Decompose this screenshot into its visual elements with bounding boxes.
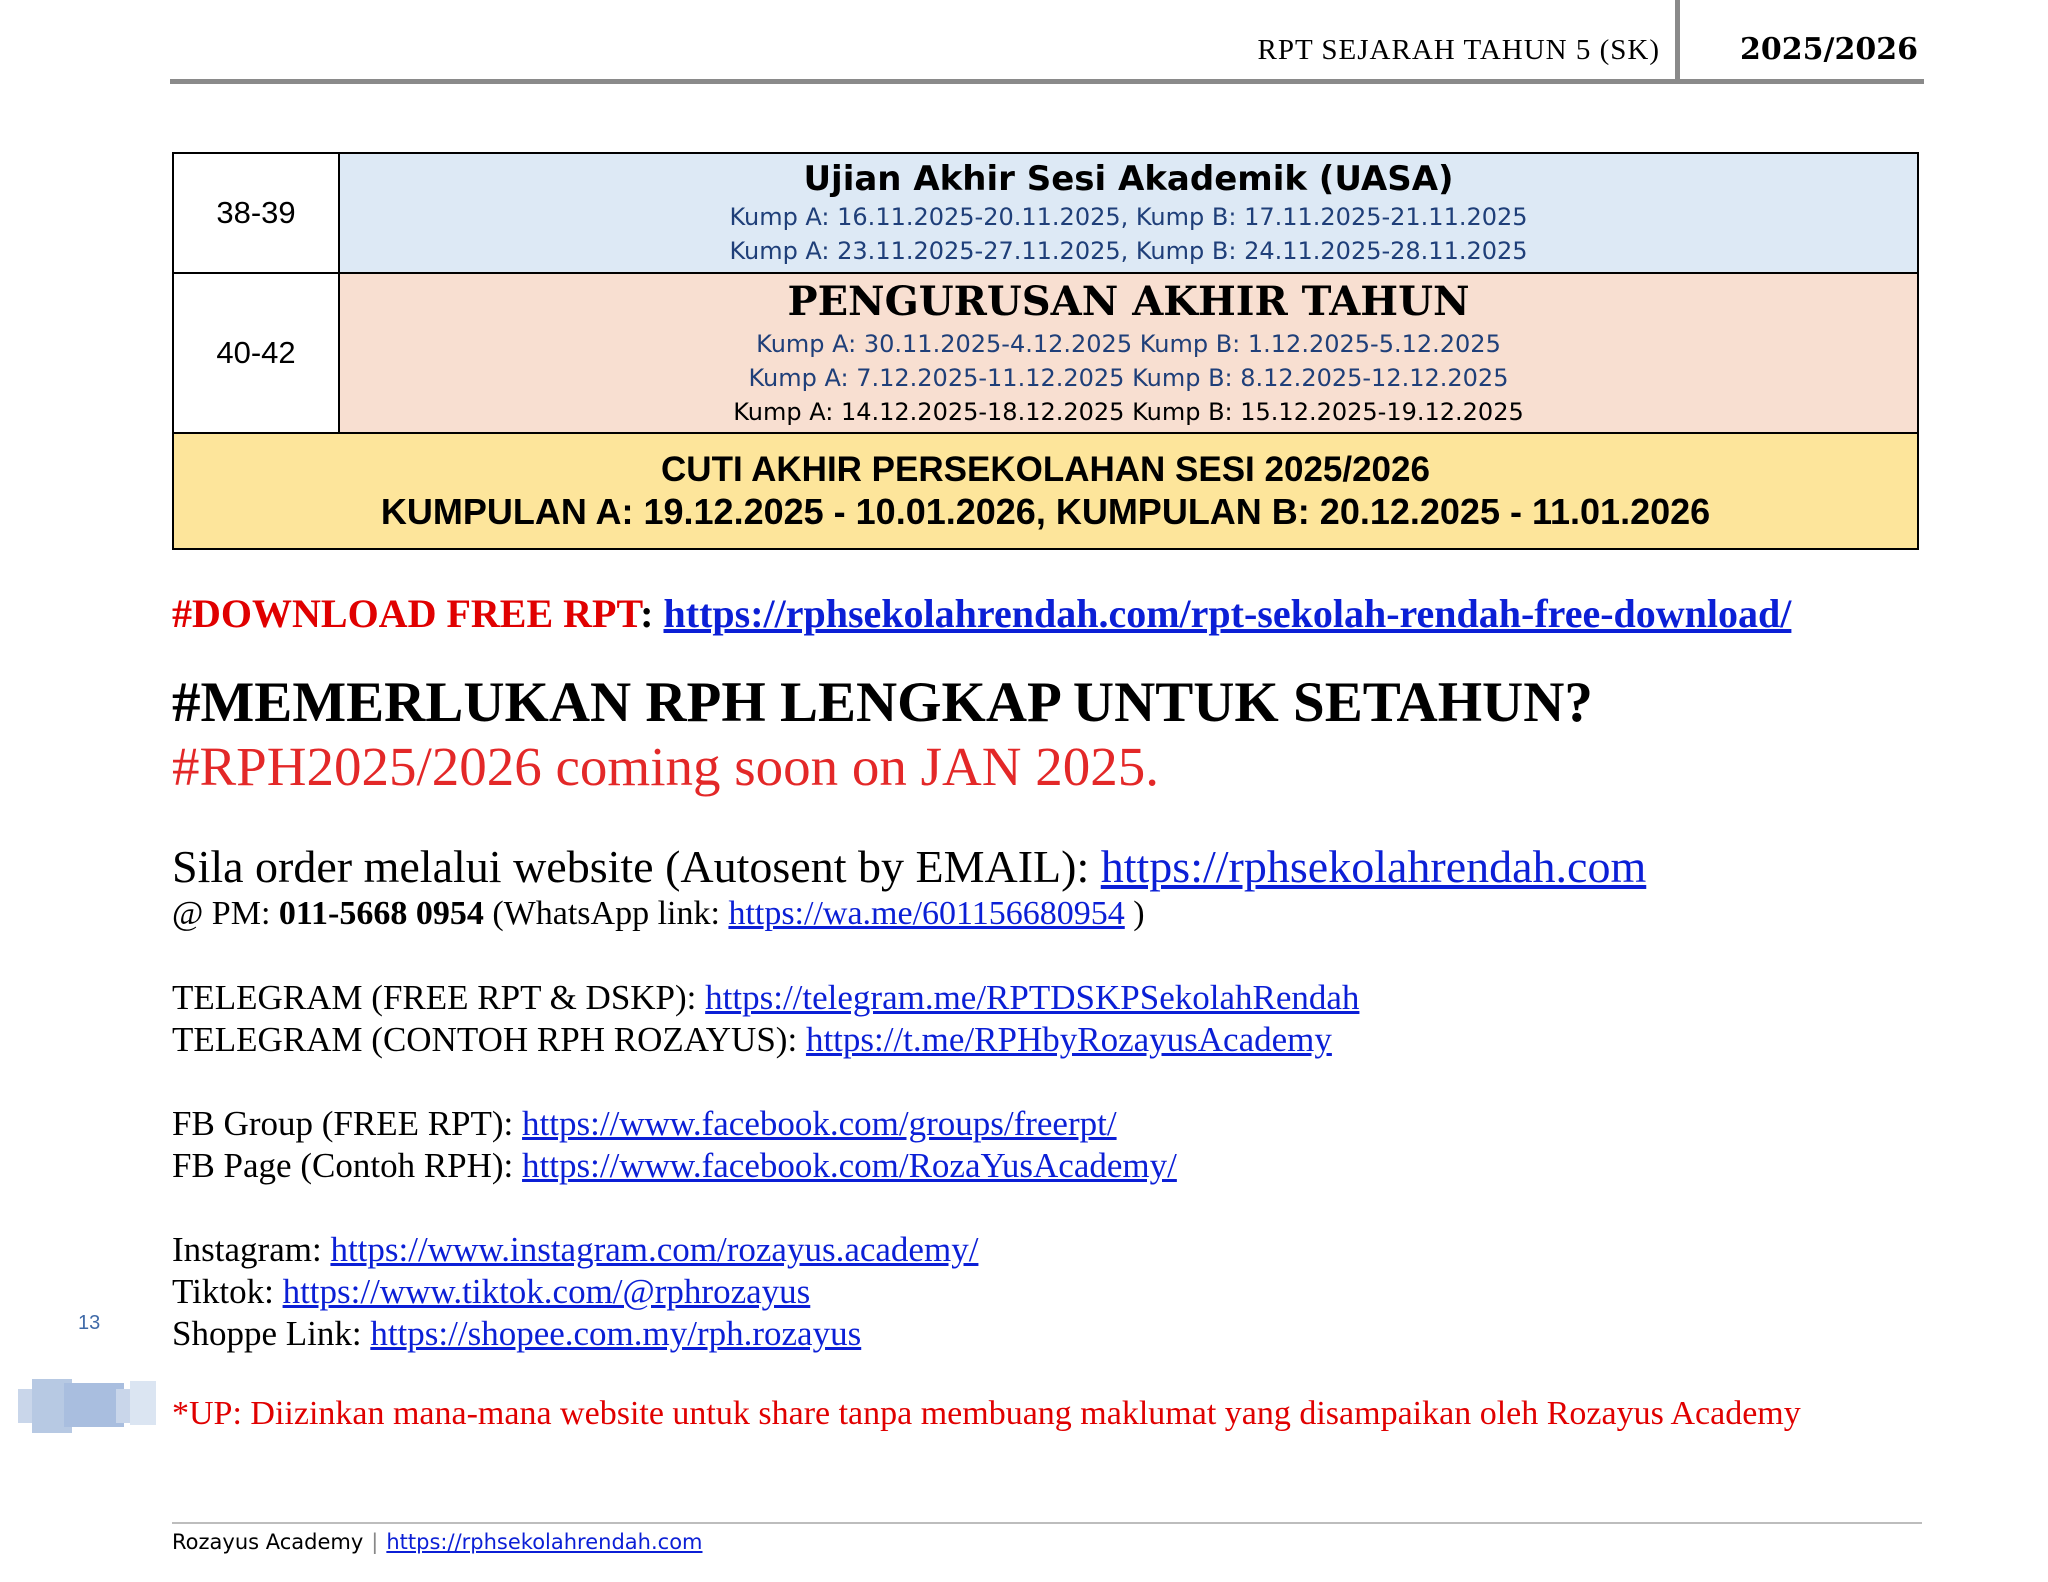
instagram-line: Instagram: https://www.instagram.com/roz… [172, 1230, 978, 1270]
akhir-date-line: Kump A: 7.12.2025-11.12.2025 Kump B: 8.1… [748, 364, 1509, 392]
fb-group-line: FB Group (FREE RPT): https://www.faceboo… [172, 1104, 1117, 1144]
fb-page-link[interactable]: https://www.facebook.com/RozaYusAcademy/ [522, 1146, 1177, 1185]
footer-rule [172, 1522, 1922, 1524]
telegram-free-label: TELEGRAM (FREE RPT & DSKP): [172, 978, 697, 1017]
akhir-tahun-title: PENGURUSAN AKHIR TAHUN [787, 278, 1470, 325]
header-rule [170, 79, 1924, 84]
telegram-contoh-label: TELEGRAM (CONTOH RPH ROZAYUS): [172, 1020, 798, 1059]
fb-page-label: FB Page (Contoh RPH): [172, 1146, 514, 1185]
schedule-table: 38-39 Ujian Akhir Sesi Akademik (UASA) K… [172, 152, 1919, 550]
cuti-dates: KUMPULAN A: 19.12.2025 - 10.01.2026, KUM… [380, 491, 1711, 532]
fb-page-line: FB Page (Contoh RPH): https://www.facebo… [172, 1146, 1177, 1186]
pm-prefix: @ PM: [172, 895, 271, 932]
instagram-label: Instagram: [172, 1230, 322, 1269]
table-row: CUTI AKHIR PERSEKOLAHAN SESI 2025/2026 K… [172, 432, 1919, 550]
table-row: 40-42 PENGURUSAN AKHIR TAHUN Kump A: 30.… [172, 272, 1919, 434]
tiktok-link[interactable]: https://www.tiktok.com/@rphrozayus [283, 1272, 811, 1311]
akhir-date-line: Kump A: 30.11.2025-4.12.2025 Kump B: 1.1… [756, 330, 1501, 358]
fb-group-link[interactable]: https://www.facebook.com/groups/freerpt/ [522, 1104, 1117, 1143]
shopee-line: Shoppe Link: https://shopee.com.my/rph.r… [172, 1314, 861, 1354]
cuti-title: CUTI AKHIR PERSEKOLAHAN SESI 2025/2026 [661, 450, 1430, 489]
header-year: 2025/2026 [1740, 32, 1918, 67]
uasa-cell: Ujian Akhir Sesi Akademik (UASA) Kump A:… [338, 152, 1919, 274]
order-label: Sila order melalui website (Autosent by … [172, 841, 1090, 892]
permission-note: *UP: Diizinkan mana-mana website untuk s… [172, 1395, 1801, 1432]
promo-announcement: #RPH2025/2026 coming soon on JAN 2025. [172, 736, 1159, 797]
telegram-contoh-link[interactable]: https://t.me/RPHbyRozayusAcademy [806, 1020, 1332, 1059]
week-cell: 38-39 [172, 152, 340, 274]
page-tab-decoration [18, 1379, 156, 1433]
week-cell: 40-42 [172, 272, 340, 434]
order-website-link[interactable]: https://rphsekolahrendah.com [1101, 841, 1647, 892]
akhir-date-line: Kump A: 14.12.2025-18.12.2025 Kump B: 15… [733, 398, 1524, 426]
shopee-link[interactable]: https://shopee.com.my/rph.rozayus [370, 1314, 861, 1353]
instagram-link[interactable]: https://www.instagram.com/rozayus.academ… [330, 1230, 978, 1269]
header-title: RPT SEJARAH TAHUN 5 (SK) [1257, 34, 1660, 66]
telegram-free-line: TELEGRAM (FREE RPT & DSKP): https://tele… [172, 978, 1359, 1018]
page-number: 13 [78, 1312, 101, 1334]
uasa-date-line: Kump A: 23.11.2025-27.11.2025, Kump B: 2… [729, 237, 1528, 265]
uasa-date-line: Kump A: 16.11.2025-20.11.2025, Kump B: 1… [729, 203, 1528, 231]
uasa-title: Ujian Akhir Sesi Akademik (UASA) [803, 159, 1454, 199]
akhir-tahun-cell: PENGURUSAN AKHIR TAHUN Kump A: 30.11.202… [338, 272, 1919, 434]
whatsapp-close: ) [1133, 895, 1145, 932]
pm-line: @ PM: 011-5668 0954 (WhatsApp link: http… [172, 895, 1145, 933]
header-divider [1675, 0, 1680, 82]
download-link[interactable]: https://rphsekolahrendah.com/rpt-sekolah… [664, 591, 1792, 636]
download-label: #DOWNLOAD FREE RPT [172, 591, 641, 636]
order-line: Sila order melalui website (Autosent by … [172, 840, 1646, 893]
footer: Rozayus Academy | https://rphsekolahrendah… [172, 1530, 703, 1554]
download-colon: : [640, 591, 654, 636]
promo-question: #MEMERLUKAN RPH LENGKAP UNTUK SETAHUN? [172, 671, 1593, 734]
cuti-cell: CUTI AKHIR PERSEKOLAHAN SESI 2025/2026 K… [172, 432, 1919, 550]
tiktok-label: Tiktok: [172, 1272, 274, 1311]
tiktok-line: Tiktok: https://www.tiktok.com/@rphrozay… [172, 1272, 810, 1312]
footer-separator: | [371, 1530, 379, 1554]
footer-link[interactable]: https://rphsekolahrendah.com [386, 1530, 702, 1554]
table-row: 38-39 Ujian Akhir Sesi Akademik (UASA) K… [172, 152, 1919, 274]
fb-group-label: FB Group (FREE RPT): [172, 1104, 514, 1143]
telegram-free-link[interactable]: https://telegram.me/RPTDSKPSekolahRendah [705, 978, 1359, 1017]
download-line: #DOWNLOAD FREE RPT: https://rphsekolahre… [172, 590, 1791, 637]
phone-number: 011-5668 0954 [278, 895, 484, 932]
whatsapp-label: (WhatsApp link: [492, 895, 720, 932]
footer-brand: Rozayus Academy [172, 1530, 364, 1554]
whatsapp-link[interactable]: https://wa.me/601156680954 [728, 895, 1124, 932]
shopee-label: Shoppe Link: [172, 1314, 362, 1353]
telegram-contoh-line: TELEGRAM (CONTOH RPH ROZAYUS): https://t… [172, 1020, 1332, 1060]
